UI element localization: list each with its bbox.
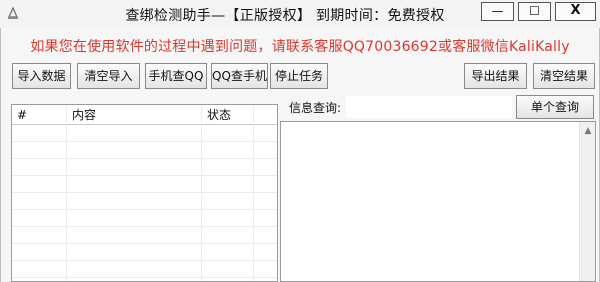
column-divider (253, 105, 254, 281)
query-label: 信息查询: (289, 101, 342, 115)
qq-to-phone-button[interactable]: QQ查手机 (211, 63, 268, 89)
table-row[interactable] (12, 159, 277, 176)
title-bar[interactable]: 查绑检测助手—【正版授权】 到期时间：免费授权 — ☐ X (0, 0, 600, 28)
window-border-left (0, 28, 1, 282)
clear-results-button[interactable]: 清空结果 (533, 63, 595, 89)
table-row[interactable] (12, 142, 277, 159)
phone-to-qq-button[interactable]: 手机查QQ (145, 63, 207, 89)
column-header-content[interactable]: 内容 (66, 105, 201, 125)
table-row[interactable] (12, 244, 277, 261)
export-results-button[interactable]: 导出结果 (464, 63, 527, 89)
table-row[interactable] (12, 125, 277, 142)
column-header-extra[interactable] (253, 105, 277, 125)
table-header: # 内容 状态 (12, 105, 277, 125)
table-row[interactable] (12, 261, 277, 278)
column-header-index[interactable]: # (12, 105, 66, 125)
single-query-button[interactable]: 单个查询 (516, 95, 594, 119)
table-row[interactable] (12, 176, 277, 193)
import-data-button[interactable]: 导入数据 (12, 63, 71, 89)
table-row[interactable] (12, 193, 277, 210)
app-window: 查绑检测助手—【正版授权】 到期时间：免费授权 — ☐ X 如果您在使用软件的过… (0, 0, 600, 282)
column-divider (201, 105, 202, 281)
column-header-status[interactable]: 状态 (201, 105, 253, 125)
result-output[interactable]: ▲ (280, 121, 596, 282)
minimize-button[interactable]: — (481, 2, 514, 21)
clear-import-button[interactable]: 清空导入 (77, 63, 140, 89)
maximize-button[interactable]: ☐ (518, 2, 551, 21)
support-notice: 如果您在使用软件的过程中遇到问题，请联系客服QQ70036692或客服微信Kal… (30, 39, 570, 55)
table-row[interactable] (12, 227, 277, 244)
column-divider (66, 105, 67, 281)
close-button[interactable]: X (555, 2, 596, 21)
data-table[interactable]: # 内容 状态 (11, 104, 278, 282)
table-row[interactable] (12, 210, 277, 227)
chevron-up-icon[interactable]: ▲ (580, 124, 596, 138)
result-scrollbar[interactable]: ▲ (579, 122, 595, 281)
query-input[interactable] (346, 96, 512, 118)
stop-task-button[interactable]: 停止任务 (270, 63, 328, 89)
table-body (12, 125, 277, 281)
